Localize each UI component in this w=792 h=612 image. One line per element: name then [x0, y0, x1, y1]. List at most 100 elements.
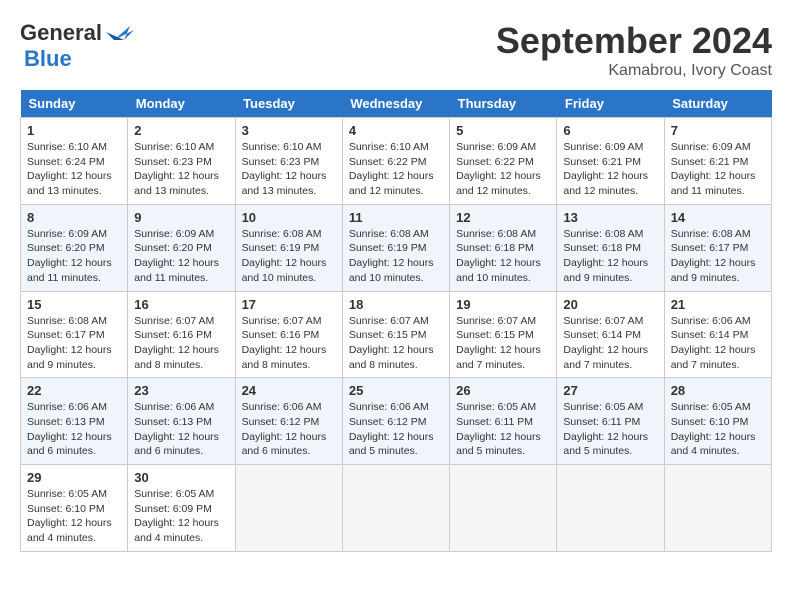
table-row: 17 Sunrise: 6:07 AM Sunset: 6:16 PM Dayl… — [235, 291, 342, 378]
day-info: Sunrise: 6:09 AM Sunset: 6:20 PM Dayligh… — [134, 227, 228, 286]
table-row — [450, 465, 557, 552]
header-sunday: Sunday — [21, 90, 128, 118]
day-info: Sunrise: 6:08 AM Sunset: 6:18 PM Dayligh… — [563, 227, 657, 286]
table-row: 19 Sunrise: 6:07 AM Sunset: 6:15 PM Dayl… — [450, 291, 557, 378]
header-tuesday: Tuesday — [235, 90, 342, 118]
day-number: 17 — [242, 297, 336, 312]
calendar-week-row: 15 Sunrise: 6:08 AM Sunset: 6:17 PM Dayl… — [21, 291, 772, 378]
table-row: 15 Sunrise: 6:08 AM Sunset: 6:17 PM Dayl… — [21, 291, 128, 378]
day-info: Sunrise: 6:08 AM Sunset: 6:17 PM Dayligh… — [671, 227, 765, 286]
table-row: 21 Sunrise: 6:06 AM Sunset: 6:14 PM Dayl… — [664, 291, 771, 378]
table-row: 26 Sunrise: 6:05 AM Sunset: 6:11 PM Dayl… — [450, 378, 557, 465]
logo-general-text: General — [20, 20, 102, 46]
table-row: 3 Sunrise: 6:10 AM Sunset: 6:23 PM Dayli… — [235, 118, 342, 205]
header-monday: Monday — [128, 90, 235, 118]
table-row: 8 Sunrise: 6:09 AM Sunset: 6:20 PM Dayli… — [21, 204, 128, 291]
table-row: 23 Sunrise: 6:06 AM Sunset: 6:13 PM Dayl… — [128, 378, 235, 465]
table-row: 6 Sunrise: 6:09 AM Sunset: 6:21 PM Dayli… — [557, 118, 664, 205]
table-row: 28 Sunrise: 6:05 AM Sunset: 6:10 PM Dayl… — [664, 378, 771, 465]
day-info: Sunrise: 6:07 AM Sunset: 6:16 PM Dayligh… — [134, 314, 228, 373]
day-info: Sunrise: 6:07 AM Sunset: 6:15 PM Dayligh… — [456, 314, 550, 373]
day-info: Sunrise: 6:09 AM Sunset: 6:20 PM Dayligh… — [27, 227, 121, 286]
day-info: Sunrise: 6:10 AM Sunset: 6:23 PM Dayligh… — [242, 140, 336, 199]
table-row: 24 Sunrise: 6:06 AM Sunset: 6:12 PM Dayl… — [235, 378, 342, 465]
day-number: 20 — [563, 297, 657, 312]
day-number: 14 — [671, 210, 765, 225]
table-row: 22 Sunrise: 6:06 AM Sunset: 6:13 PM Dayl… — [21, 378, 128, 465]
day-info: Sunrise: 6:08 AM Sunset: 6:19 PM Dayligh… — [349, 227, 443, 286]
day-number: 21 — [671, 297, 765, 312]
day-info: Sunrise: 6:06 AM Sunset: 6:13 PM Dayligh… — [27, 400, 121, 459]
day-info: Sunrise: 6:05 AM Sunset: 6:10 PM Dayligh… — [27, 487, 121, 546]
day-number: 29 — [27, 470, 121, 485]
day-info: Sunrise: 6:05 AM Sunset: 6:11 PM Dayligh… — [563, 400, 657, 459]
day-info: Sunrise: 6:07 AM Sunset: 6:16 PM Dayligh… — [242, 314, 336, 373]
month-title: September 2024 — [496, 20, 772, 62]
table-row: 4 Sunrise: 6:10 AM Sunset: 6:22 PM Dayli… — [342, 118, 449, 205]
table-row — [664, 465, 771, 552]
calendar-header-row: Sunday Monday Tuesday Wednesday Thursday… — [21, 90, 772, 118]
day-info: Sunrise: 6:09 AM Sunset: 6:22 PM Dayligh… — [456, 140, 550, 199]
day-number: 15 — [27, 297, 121, 312]
table-row: 9 Sunrise: 6:09 AM Sunset: 6:20 PM Dayli… — [128, 204, 235, 291]
day-number: 5 — [456, 123, 550, 138]
table-row: 10 Sunrise: 6:08 AM Sunset: 6:19 PM Dayl… — [235, 204, 342, 291]
table-row: 2 Sunrise: 6:10 AM Sunset: 6:23 PM Dayli… — [128, 118, 235, 205]
day-number: 19 — [456, 297, 550, 312]
day-info: Sunrise: 6:08 AM Sunset: 6:19 PM Dayligh… — [242, 227, 336, 286]
day-number: 2 — [134, 123, 228, 138]
calendar-week-row: 22 Sunrise: 6:06 AM Sunset: 6:13 PM Dayl… — [21, 378, 772, 465]
title-area: September 2024 Kamabrou, Ivory Coast — [496, 20, 772, 80]
day-number: 4 — [349, 123, 443, 138]
day-info: Sunrise: 6:07 AM Sunset: 6:14 PM Dayligh… — [563, 314, 657, 373]
day-number: 13 — [563, 210, 657, 225]
header-wednesday: Wednesday — [342, 90, 449, 118]
day-info: Sunrise: 6:09 AM Sunset: 6:21 PM Dayligh… — [671, 140, 765, 199]
table-row: 7 Sunrise: 6:09 AM Sunset: 6:21 PM Dayli… — [664, 118, 771, 205]
day-number: 24 — [242, 383, 336, 398]
calendar-table: Sunday Monday Tuesday Wednesday Thursday… — [20, 90, 772, 552]
day-info: Sunrise: 6:06 AM Sunset: 6:12 PM Dayligh… — [349, 400, 443, 459]
day-number: 27 — [563, 383, 657, 398]
day-number: 1 — [27, 123, 121, 138]
day-number: 18 — [349, 297, 443, 312]
table-row: 13 Sunrise: 6:08 AM Sunset: 6:18 PM Dayl… — [557, 204, 664, 291]
logo-bird-icon — [106, 22, 134, 44]
day-number: 10 — [242, 210, 336, 225]
day-number: 3 — [242, 123, 336, 138]
day-info: Sunrise: 6:05 AM Sunset: 6:09 PM Dayligh… — [134, 487, 228, 546]
day-info: Sunrise: 6:08 AM Sunset: 6:17 PM Dayligh… — [27, 314, 121, 373]
day-info: Sunrise: 6:10 AM Sunset: 6:22 PM Dayligh… — [349, 140, 443, 199]
table-row: 30 Sunrise: 6:05 AM Sunset: 6:09 PM Dayl… — [128, 465, 235, 552]
header-friday: Friday — [557, 90, 664, 118]
day-info: Sunrise: 6:06 AM Sunset: 6:14 PM Dayligh… — [671, 314, 765, 373]
calendar-week-row: 29 Sunrise: 6:05 AM Sunset: 6:10 PM Dayl… — [21, 465, 772, 552]
table-row: 20 Sunrise: 6:07 AM Sunset: 6:14 PM Dayl… — [557, 291, 664, 378]
day-number: 16 — [134, 297, 228, 312]
day-number: 23 — [134, 383, 228, 398]
table-row: 16 Sunrise: 6:07 AM Sunset: 6:16 PM Dayl… — [128, 291, 235, 378]
table-row: 12 Sunrise: 6:08 AM Sunset: 6:18 PM Dayl… — [450, 204, 557, 291]
calendar-week-row: 1 Sunrise: 6:10 AM Sunset: 6:24 PM Dayli… — [21, 118, 772, 205]
day-info: Sunrise: 6:07 AM Sunset: 6:15 PM Dayligh… — [349, 314, 443, 373]
table-row: 5 Sunrise: 6:09 AM Sunset: 6:22 PM Dayli… — [450, 118, 557, 205]
location: Kamabrou, Ivory Coast — [496, 62, 772, 80]
day-info: Sunrise: 6:08 AM Sunset: 6:18 PM Dayligh… — [456, 227, 550, 286]
day-number: 22 — [27, 383, 121, 398]
table-row — [235, 465, 342, 552]
day-number: 30 — [134, 470, 228, 485]
table-row: 29 Sunrise: 6:05 AM Sunset: 6:10 PM Dayl… — [21, 465, 128, 552]
day-number: 28 — [671, 383, 765, 398]
table-row: 14 Sunrise: 6:08 AM Sunset: 6:17 PM Dayl… — [664, 204, 771, 291]
day-number: 12 — [456, 210, 550, 225]
day-info: Sunrise: 6:09 AM Sunset: 6:21 PM Dayligh… — [563, 140, 657, 199]
day-info: Sunrise: 6:06 AM Sunset: 6:12 PM Dayligh… — [242, 400, 336, 459]
table-row: 1 Sunrise: 6:10 AM Sunset: 6:24 PM Dayli… — [21, 118, 128, 205]
day-number: 26 — [456, 383, 550, 398]
page-header: General Blue September 2024 Kamabrou, Iv… — [20, 20, 772, 80]
day-number: 7 — [671, 123, 765, 138]
day-number: 8 — [27, 210, 121, 225]
day-number: 6 — [563, 123, 657, 138]
logo-blue-text: Blue — [24, 46, 72, 71]
day-number: 25 — [349, 383, 443, 398]
